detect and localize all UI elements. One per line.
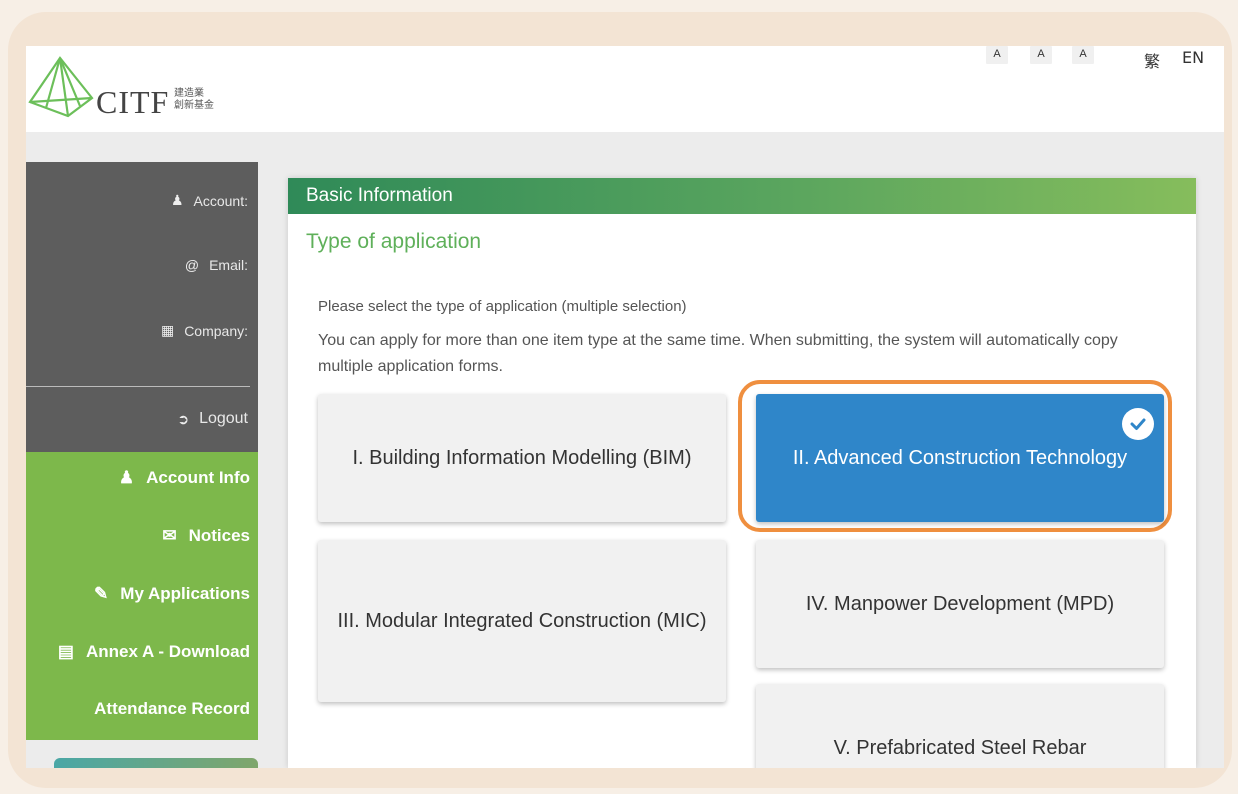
- logo-cn-line1: 建造業: [174, 88, 204, 99]
- application-type-card-rebar[interactable]: V. Prefabricated Steel Rebar: [756, 684, 1164, 768]
- application-type-card-act[interactable]: II. Advanced Construction Technology: [756, 394, 1164, 522]
- pdf-file-icon: ▤: [57, 642, 74, 661]
- card-label: II. Advanced Construction Technology: [792, 447, 1128, 469]
- logo-cn-line2: 創新基金: [174, 100, 214, 111]
- app-screen: CITF 建造業 創新基金 A A A 繁 EN ♟ Account: @ Em…: [26, 46, 1224, 768]
- company-label: Company:: [184, 322, 248, 339]
- sidebar-item-notices[interactable]: ✉ Notices: [162, 526, 250, 546]
- sidebar-account-section: ♟ Account: @ Email: ▦ Company: ➲ Logout: [26, 162, 258, 452]
- sidebar-item-label: Account Info: [146, 468, 250, 487]
- font-size-medium-button[interactable]: A: [1030, 46, 1052, 64]
- user-icon: ♟: [118, 468, 135, 487]
- font-size-small-button[interactable]: A: [986, 46, 1008, 64]
- citf-logo[interactable]: CITF 建造業 創新基金: [26, 54, 236, 124]
- sidebar-divider: [26, 386, 250, 387]
- logo-text: CITF: [96, 84, 170, 120]
- building-icon: ▦: [160, 322, 175, 338]
- external-edit-icon: ✎: [94, 584, 109, 603]
- card-label: V. Prefabricated Steel Rebar: [833, 737, 1087, 759]
- logo-pyramid-icon: [28, 56, 94, 118]
- basic-information-panel: Basic Information Type of application Pl…: [288, 178, 1196, 768]
- instruction-detail-text: You can apply for more than one item typ…: [318, 332, 1118, 375]
- card-label: IV. Manpower Development (MPD): [805, 593, 1115, 615]
- instruction-text: Please select the type of application (m…: [318, 298, 687, 315]
- sidebar-item-label: Attendance Record: [94, 699, 250, 718]
- at-icon: @: [184, 257, 200, 273]
- application-type-card-bim[interactable]: I. Building Information Modelling (BIM): [318, 394, 726, 522]
- logout-icon: ➲: [177, 410, 190, 427]
- sidebar-banner-image[interactable]: [54, 758, 258, 768]
- panel-title: Basic Information: [288, 178, 1196, 214]
- sidebar-item-label: My Applications: [120, 584, 250, 603]
- sidebar-nav: ♟ Account Info ✉ Notices ✎ My Applicatio…: [26, 452, 258, 740]
- account-label: Account:: [193, 192, 248, 209]
- lang-english-link[interactable]: EN: [1182, 48, 1204, 67]
- logout-label: Logout: [199, 410, 248, 427]
- application-type-card-mic[interactable]: III. Modular Integrated Construction (MI…: [318, 540, 726, 702]
- section-title: Type of application: [306, 230, 482, 253]
- lang-traditional-link[interactable]: 繁: [1144, 48, 1160, 72]
- sidebar-item-my-applications[interactable]: ✎ My Applications: [94, 584, 250, 604]
- logo-chinese-text: 建造業 創新基金: [174, 88, 214, 112]
- sidebar-item-annex-a-download[interactable]: ▤ Annex A - Download: [58, 642, 250, 662]
- font-size-large-button[interactable]: A: [1072, 46, 1094, 64]
- sidebar-item-label: Annex A - Download: [85, 642, 250, 661]
- email-row: @ Email:: [185, 257, 248, 273]
- company-row: ▦ Company:: [161, 322, 248, 339]
- sidebar-item-label: Notices: [188, 526, 250, 545]
- logout-button[interactable]: ➲ Logout: [177, 410, 248, 428]
- check-circle-icon: [1122, 408, 1154, 440]
- envelope-icon: ✉: [162, 526, 177, 545]
- top-header: CITF 建造業 創新基金 A A A 繁 EN: [26, 46, 1224, 132]
- email-label: Email:: [209, 257, 248, 273]
- card-label: III. Modular Integrated Construction (MI…: [337, 610, 707, 632]
- account-row: ♟ Account:: [171, 192, 248, 209]
- card-label: I. Building Information Modelling (BIM): [352, 447, 692, 469]
- sidebar-item-attendance-record[interactable]: Attendance Record: [94, 699, 250, 719]
- user-icon: ♟: [170, 192, 184, 208]
- application-type-card-mpd[interactable]: IV. Manpower Development (MPD): [756, 540, 1164, 668]
- sidebar-item-account-info[interactable]: ♟ Account Info: [119, 468, 250, 488]
